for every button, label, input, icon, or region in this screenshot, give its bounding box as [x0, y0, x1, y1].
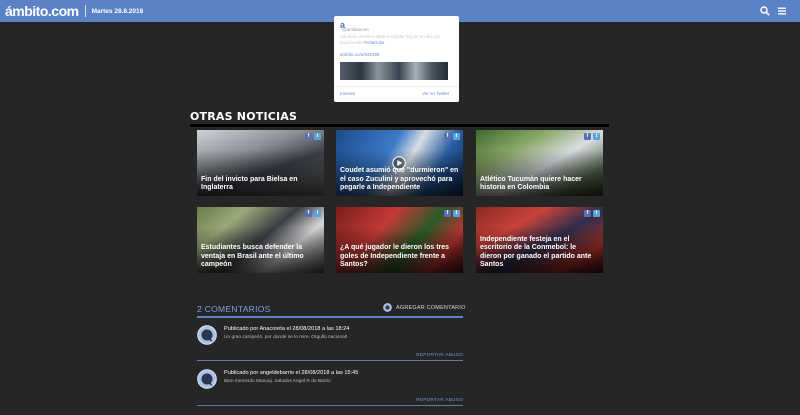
- news-card[interactable]: f t Fin del invicto para Bielsa en Ingla…: [197, 130, 324, 196]
- twitter-share-icon[interactable]: t: [593, 210, 600, 217]
- comment-divider: [197, 360, 463, 361]
- add-comment-button[interactable]: AGREGAR COMENTARIO: [383, 303, 466, 312]
- comment-text: Un gran campeón, por donde se lo mire. O…: [224, 335, 348, 340]
- comment-author: Publicado por angeldebarrio el 28/08/201…: [224, 370, 359, 376]
- news-title[interactable]: Estudiantes busca defender la ventaja en…: [201, 244, 320, 270]
- header-date: Martes 28.8.2018: [91, 7, 144, 15]
- news-title[interactable]: ¿A qué jugador le dieron los tres goles …: [340, 244, 459, 270]
- tweet-url[interactable]: ambito.com/932385: [340, 52, 380, 57]
- facebook-share-icon[interactable]: f: [305, 133, 312, 140]
- add-comment-label[interactable]: AGREGAR COMENTARIO: [396, 305, 466, 311]
- twitter-share-icon[interactable]: t: [593, 133, 600, 140]
- twitter-share-icon[interactable]: t: [314, 133, 321, 140]
- comment-author: Publicado por Anacoreta el 28/08/2018 a …: [224, 326, 350, 332]
- facebook-share-icon[interactable]: f: [444, 210, 451, 217]
- twitter-share-icon[interactable]: t: [314, 210, 321, 217]
- tweet-hashtag[interactable]: #VelaDolar: [363, 40, 384, 45]
- report-abuse-link[interactable]: REPORTAR ABUSO: [416, 398, 463, 403]
- share-buttons: f t: [305, 210, 321, 217]
- section-divider: [190, 124, 609, 127]
- tweet-text-part1: Así vivió un nuevo ajetreo el dólar hoy: [340, 34, 413, 39]
- twitter-handle[interactable]: @ambitocom: [342, 27, 369, 32]
- twitter-embed-link[interactable]: Insertar: [340, 91, 355, 96]
- comment-bubble-icon: [383, 303, 392, 312]
- facebook-share-icon[interactable]: f: [444, 133, 451, 140]
- comments-divider: [197, 316, 463, 318]
- news-card[interactable]: f t Coudet asumió que "durmieron" en el …: [336, 130, 463, 196]
- share-buttons: f t: [305, 133, 321, 140]
- facebook-share-icon[interactable]: f: [584, 133, 591, 140]
- tweet-text: Así vivió un nuevo ajetreo el dólar hoy …: [340, 34, 448, 46]
- news-card[interactable]: f t Independiente festeja en el escritor…: [476, 207, 603, 273]
- report-abuse-link[interactable]: REPORTAR ABUSO: [416, 353, 463, 358]
- news-title[interactable]: Coudet asumió que "durmieron" en el caso…: [340, 167, 459, 193]
- search-icon[interactable]: [760, 6, 770, 16]
- comment-item: Publicado por angeldebarrio el 28/08/201…: [197, 369, 463, 407]
- comment-text: Bien merecido Manuaj. Saludos Angel R de…: [224, 379, 331, 384]
- news-title[interactable]: Fin del invicto para Bielsa en Inglaterr…: [201, 176, 320, 193]
- news-card[interactable]: f t Estudiantes busca defender la ventaj…: [197, 207, 324, 273]
- share-buttons: f t: [444, 210, 460, 217]
- news-card[interactable]: f t Atlético Tucumán quiere hacer histor…: [476, 130, 603, 196]
- news-card[interactable]: f t ¿A qué jugador le dieron los tres go…: [336, 207, 463, 273]
- menu-icon[interactable]: [778, 7, 786, 15]
- news-title[interactable]: Atlético Tucumán quiere hacer historia e…: [480, 176, 599, 193]
- share-buttons: f t: [584, 133, 600, 140]
- user-avatar-icon: [197, 325, 217, 345]
- comment-item: Publicado por Anacoreta el 28/08/2018 a …: [197, 325, 463, 363]
- news-title[interactable]: Independiente festeja en el escritorio d…: [480, 236, 599, 270]
- user-avatar-icon: [197, 369, 217, 389]
- comment-divider: [197, 405, 463, 406]
- twitter-scrollbar[interactable]: [452, 20, 456, 96]
- share-buttons: f t: [444, 133, 460, 140]
- facebook-share-icon[interactable]: f: [305, 210, 312, 217]
- site-logo[interactable]: ámbito.com: [5, 3, 79, 19]
- share-buttons: f t: [584, 210, 600, 217]
- comments-title: 2 COMENTARIOS: [197, 304, 271, 314]
- twitter-embed-footer: Insertar Ver en Twitter: [334, 86, 459, 102]
- tweet-image[interactable]: [340, 62, 448, 80]
- twitter-view-link[interactable]: Ver en Twitter: [422, 91, 449, 96]
- facebook-share-icon[interactable]: f: [584, 210, 591, 217]
- twitter-share-icon[interactable]: t: [453, 133, 460, 140]
- twitter-share-icon[interactable]: t: [453, 210, 460, 217]
- section-title-otras-noticias: OTRAS NOTICIAS: [190, 110, 298, 123]
- header-divider: [84, 5, 86, 17]
